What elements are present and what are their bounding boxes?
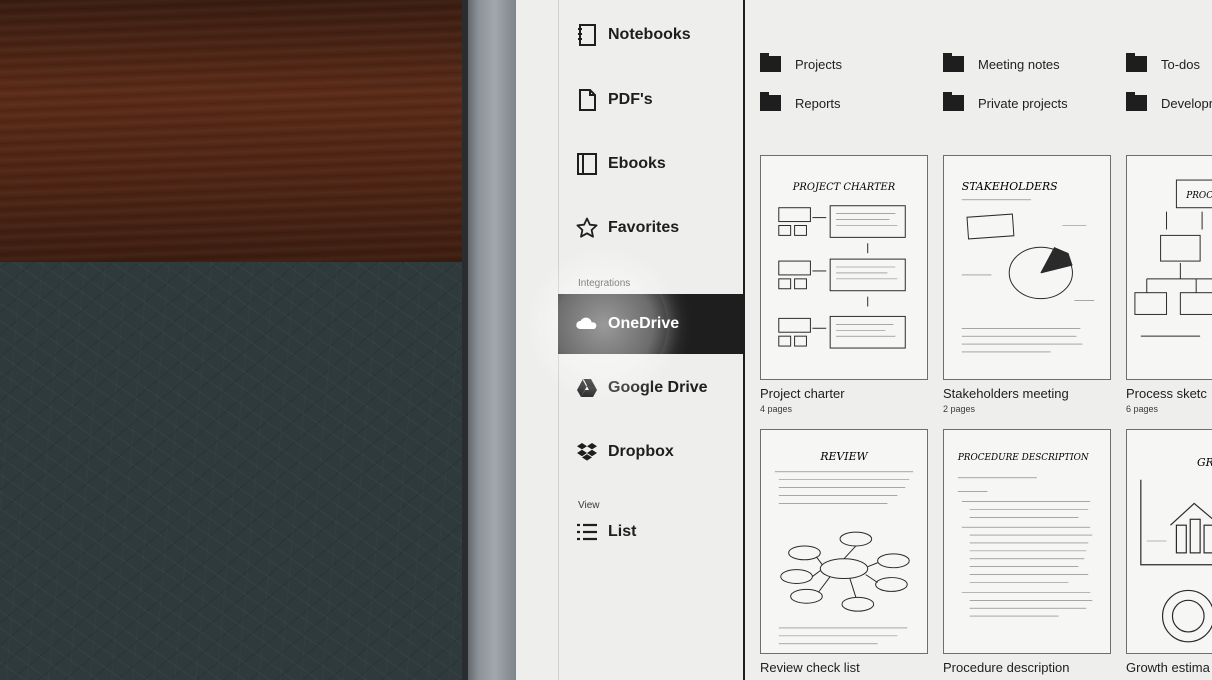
thumbnail-heading: PROC [1185, 191, 1212, 201]
folder-icon [760, 53, 781, 72]
list-icon [574, 519, 600, 545]
device-rim [462, 0, 468, 680]
sidebar-item-ebooks[interactable]: Ebooks [574, 146, 666, 182]
thumbnail-heading: PROCEDURE DESCRIPTION [957, 453, 1090, 463]
document-card[interactable]: PROJECT CHARTER Project charter 4 pages [760, 155, 928, 414]
folder-item[interactable]: Meeting notes [943, 53, 1060, 74]
tablet-screen: Notebooks PDF's Ebooks Favorites Integra… [516, 0, 1212, 680]
sidebar-item-label: Ebooks [608, 155, 666, 172]
sidebar-item-pdfs[interactable]: PDF's [574, 82, 653, 118]
document-card[interactable]: REVIEW Review check list [760, 429, 928, 675]
sidebar-item-label: Favorites [608, 219, 680, 236]
document-card[interactable]: GROWTH Growth estima [1126, 429, 1212, 675]
document-thumbnail: PROCEDURE DESCRIPTION [943, 429, 1111, 654]
thumbnail-heading: REVIEW [819, 450, 868, 463]
document-card[interactable]: PROCEDURE DESCRIPTION Procedure descript… [943, 429, 1111, 675]
star-icon [574, 215, 600, 241]
document-title: Procedure description [943, 660, 1070, 675]
folder-item[interactable]: Reports [760, 92, 841, 113]
document-page-count: 2 pages [943, 404, 976, 414]
folder-icon [943, 53, 964, 72]
document-thumbnail: PROJECT CHARTER [760, 155, 928, 380]
document-title: Process sketc [1126, 386, 1207, 401]
folder-item[interactable]: To-dos [1126, 53, 1201, 74]
folder-label: Meeting notes [978, 56, 1060, 72]
sidebar-item-favorites[interactable]: Favorites [574, 210, 679, 246]
thumbnail-heading: PROJECT CHARTER [792, 182, 896, 193]
thumbnail-heading: STAKEHOLDERS [962, 180, 1058, 193]
pdf-icon [574, 87, 600, 113]
dropbox-icon [574, 439, 600, 465]
folder-icon [1126, 92, 1147, 111]
folder-label: Reports [795, 95, 841, 111]
sidebar-item-label: Notebooks [608, 26, 691, 43]
view-section-label: View [578, 500, 600, 511]
wooden-table-background [0, 0, 462, 262]
document-page-count: 6 pages [1126, 404, 1159, 414]
folder-item[interactable]: Developr [1126, 92, 1212, 113]
folder-label: To-dos [1161, 56, 1201, 72]
document-card[interactable]: STAKEHOLDERS Stakeholders meeting 2 page… [943, 155, 1111, 414]
folder-label: Projects [795, 56, 842, 72]
folder-label: Developr [1161, 95, 1212, 111]
google-drive-icon [574, 375, 600, 401]
integrations-section-label: Integrations [578, 278, 631, 289]
folder-item[interactable]: Private projects [943, 92, 1068, 113]
document-title: Stakeholders meeting [943, 386, 1069, 401]
document-card[interactable]: PROC Process sketc 6 pages [1126, 155, 1212, 414]
sidebar-item-google-drive[interactable]: Google Drive [574, 370, 708, 406]
document-title: Review check list [760, 660, 860, 675]
device-bezel [462, 0, 516, 680]
view-list-label: List [608, 523, 637, 540]
document-page-count: 4 pages [760, 404, 793, 414]
sidebar-item-label: Google Drive [608, 379, 708, 396]
view-list-toggle[interactable]: List [574, 514, 636, 550]
sidebar-item-onedrive[interactable]: OneDrive [558, 294, 745, 354]
sidebar-item-label: Dropbox [608, 443, 674, 460]
folder-label: Private projects [978, 95, 1068, 111]
thumbnail-heading: GROWTH [1197, 456, 1212, 469]
folder-icon [760, 92, 781, 111]
sidebar-item-dropbox[interactable]: Dropbox [574, 434, 674, 470]
notebook-icon [574, 22, 600, 48]
leather-cover-background [0, 262, 462, 680]
folder-icon [943, 92, 964, 111]
ebook-icon [574, 151, 600, 177]
document-title: Growth estima [1126, 660, 1210, 675]
document-thumbnail: PROC [1126, 155, 1212, 380]
document-thumbnail: REVIEW [760, 429, 928, 654]
document-thumbnail: GROWTH [1126, 429, 1212, 654]
cloud-icon [574, 311, 600, 337]
folder-icon [1126, 53, 1147, 72]
document-title: Project charter [760, 386, 845, 401]
sidebar: Notebooks PDF's Ebooks Favorites Integra… [516, 0, 745, 680]
sidebar-item-label: PDF's [608, 91, 653, 108]
document-thumbnail: STAKEHOLDERS [943, 155, 1111, 380]
folder-item[interactable]: Projects [760, 53, 842, 74]
sidebar-item-label: OneDrive [608, 315, 680, 332]
sidebar-item-notebooks[interactable]: Notebooks [574, 17, 691, 53]
